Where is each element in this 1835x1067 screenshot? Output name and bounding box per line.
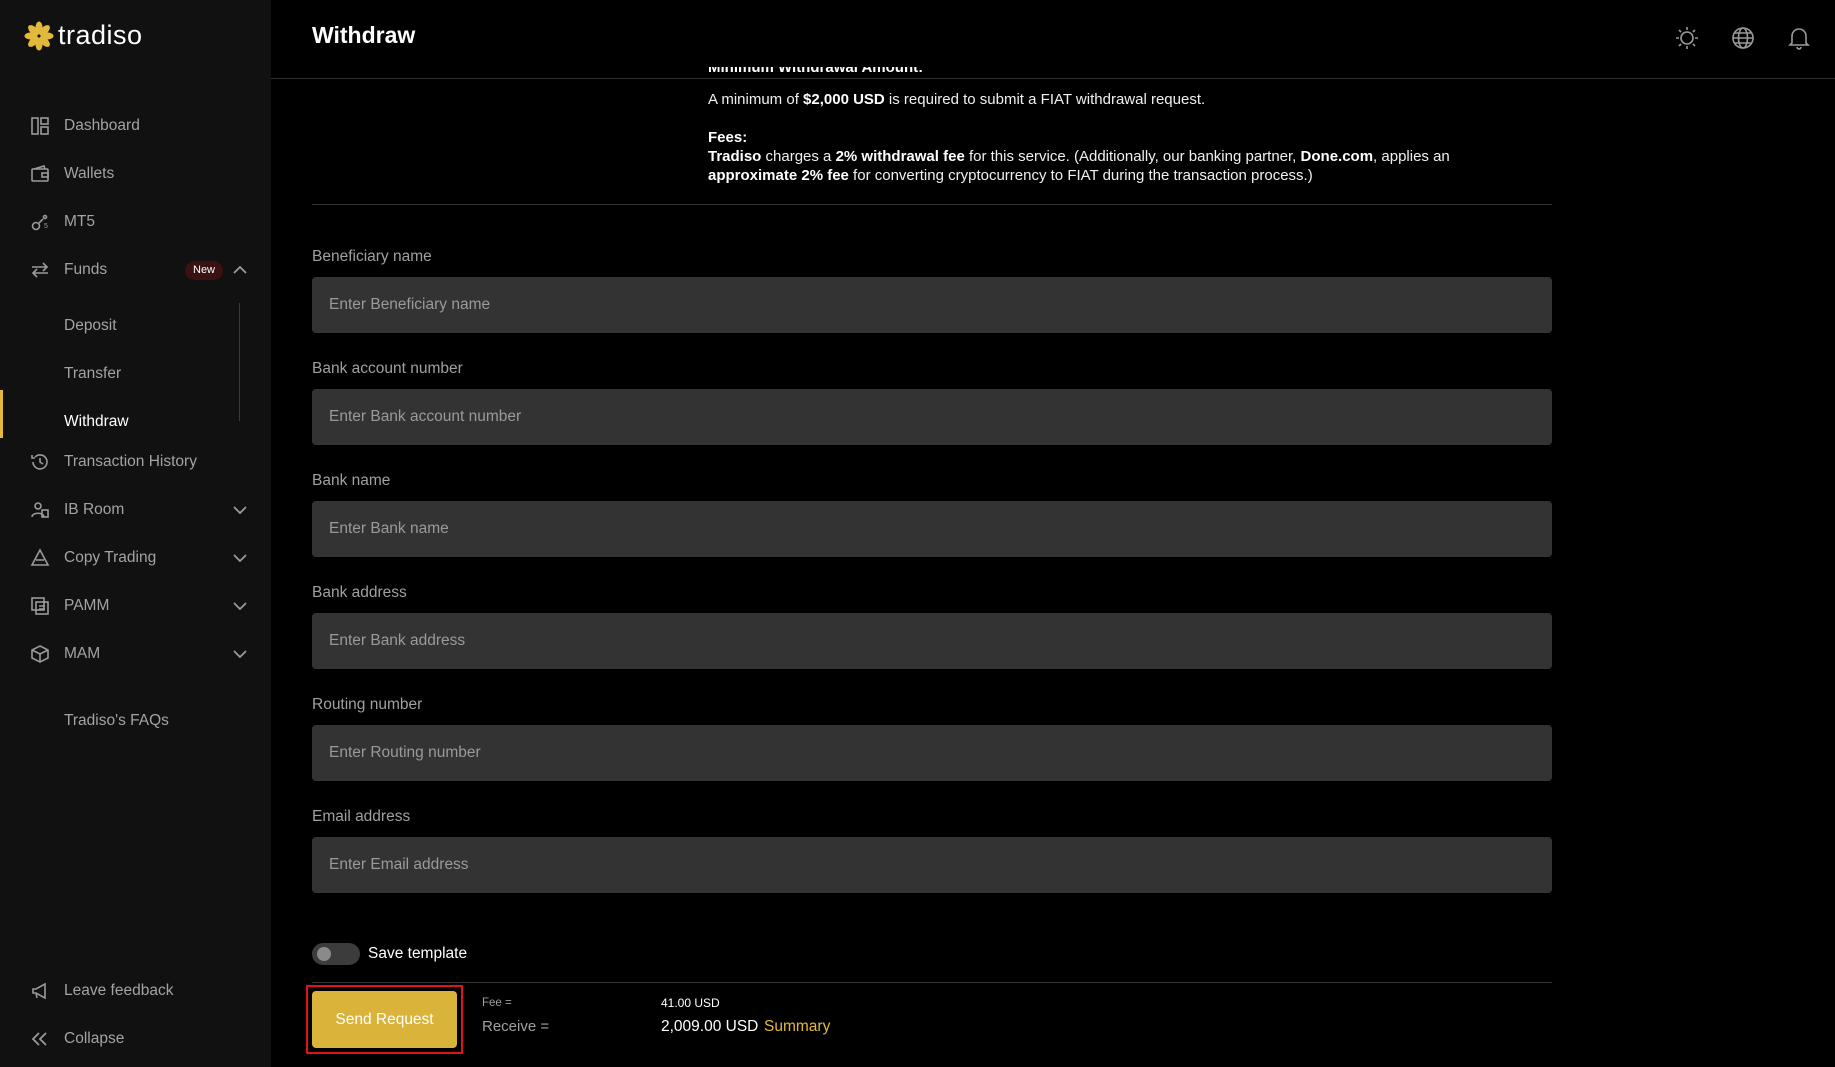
bank-address-input[interactable] <box>312 613 1552 669</box>
fees-text-part: , applies an <box>1373 148 1450 165</box>
min-text: A minimum of $2,000 USD is required to s… <box>708 90 1568 109</box>
sidebar-item-label: Wallets <box>64 165 115 182</box>
logo[interactable]: tradiso <box>24 20 143 51</box>
sidebar-item-ib-room[interactable]: IB Room <box>0 488 271 532</box>
tradiso-flower-icon <box>24 21 54 50</box>
sun-icon[interactable] <box>1674 25 1700 51</box>
min-text-part: A minimum of <box>708 91 804 108</box>
fees-partner: Done.com <box>1300 148 1374 165</box>
sidebar-item-label: PAMM <box>64 597 110 614</box>
sidebar-item-mt5[interactable]: 5 MT5 <box>0 200 271 244</box>
copy-trading-icon <box>30 548 50 566</box>
bank-account-number-input[interactable] <box>312 389 1552 445</box>
transfer-arrows-icon <box>31 262 49 278</box>
bank-address-label: Bank address <box>312 584 407 601</box>
toggle-knob <box>317 947 331 961</box>
save-template-label: Save template <box>368 945 468 962</box>
new-badge: New <box>185 261 224 280</box>
sidebar-subitem-deposit[interactable]: Deposit <box>0 306 271 346</box>
email-address-input[interactable] <box>312 837 1552 893</box>
fees-brand: Tradiso <box>708 148 762 165</box>
sidebar-item-label: IB Room <box>64 501 125 518</box>
dashboard-icon <box>31 117 49 135</box>
svg-text:5: 5 <box>44 223 48 230</box>
fees-percent: 2% withdrawal fee <box>835 148 965 165</box>
collapse-label: Collapse <box>64 1030 125 1047</box>
collapse-button[interactable]: Collapse <box>0 1017 271 1061</box>
chevron-down-icon[interactable] <box>231 597 249 615</box>
sidebar-subitem-label: Transfer <box>64 365 122 382</box>
sidebar-item-label: Transaction History <box>64 453 197 470</box>
mt5-icon: 5 <box>31 214 48 231</box>
sidebar-item-funds[interactable]: Funds New <box>0 248 271 292</box>
chevron-down-icon[interactable] <box>231 645 249 663</box>
history-icon <box>31 454 48 470</box>
fees-text-part: for converting cryptocurrency to FIAT du… <box>848 167 1313 184</box>
faqs-label: Tradiso's FAQs <box>64 712 169 729</box>
fees-text-part: charges a <box>761 148 836 165</box>
pamm-icon <box>31 597 49 615</box>
bank-name-input[interactable] <box>312 501 1552 557</box>
sidebar-item-transaction-history[interactable]: Transaction History <box>0 440 271 484</box>
sidebar-item-label: Dashboard <box>64 117 140 134</box>
receive-value: 2,009.00 USD <box>661 1018 759 1035</box>
page-title: Withdraw <box>312 22 416 48</box>
chevron-down-icon[interactable] <box>231 549 249 567</box>
double-chevron-left-icon <box>31 1032 47 1046</box>
sidebar-item-dashboard[interactable]: Dashboard <box>0 104 271 148</box>
fees-text-part: for this service. (Additionally, our ban… <box>964 148 1301 165</box>
sidebar-item-label: MT5 <box>64 213 95 230</box>
routing-number-label: Routing number <box>312 696 423 713</box>
feedback-label: Leave feedback <box>64 982 174 999</box>
fee-value: 41.00 USD <box>661 996 720 1010</box>
megaphone-icon <box>32 982 46 1000</box>
fee-label: Fee = <box>482 997 512 1009</box>
chevron-down-icon[interactable] <box>231 501 249 519</box>
sidebar-subitem-transfer[interactable]: Transfer <box>0 354 271 394</box>
bank-name-label: Bank name <box>312 472 391 489</box>
sidebar-subitem-label: Withdraw <box>64 413 129 430</box>
sidebar-item-label: MAM <box>64 645 101 662</box>
sidebar-item-label: Funds <box>64 261 108 278</box>
beneficiary-name-input[interactable] <box>312 277 1552 333</box>
save-template-toggle[interactable] <box>312 943 360 965</box>
email-address-label: Email address <box>312 808 411 825</box>
sidebar-item-pamm[interactable]: PAMM <box>0 584 271 628</box>
divider <box>312 982 1552 983</box>
globe-icon[interactable] <box>1730 25 1756 51</box>
withdrawal-info: Minimum Withdrawal Amount: A minimum of … <box>708 67 1568 185</box>
summary-link[interactable]: Summary <box>764 1018 830 1036</box>
beneficiary-name-label: Beneficiary name <box>312 248 432 265</box>
fees-text: Tradiso charges a 2% withdrawal fee for … <box>708 147 1568 185</box>
sidebar-item-mam[interactable]: MAM <box>0 632 271 676</box>
bank-account-number-label: Bank account number <box>312 360 463 377</box>
fees-approx: approximate 2% fee <box>708 167 849 184</box>
min-amount: $2,000 USD <box>803 91 885 108</box>
sidebar-item-wallets[interactable]: Wallets <box>0 152 271 196</box>
fees-heading: Fees: <box>708 129 748 146</box>
sidebar-link-faqs[interactable]: Tradiso's FAQs <box>0 701 271 741</box>
leave-feedback-button[interactable]: Leave feedback <box>0 969 271 1013</box>
send-request-button[interactable]: Send Request <box>312 991 457 1048</box>
sidebar: tradiso Dashboard Wallets 5 MT5 Funds Ne… <box>0 0 271 1067</box>
mam-icon <box>31 645 49 663</box>
min-text-part: is required to submit a FIAT withdrawal … <box>884 91 1206 108</box>
top-header: Withdraw <box>271 0 1835 79</box>
chevron-up-icon[interactable] <box>231 261 249 279</box>
sidebar-subitem-withdraw[interactable]: Withdraw <box>0 402 271 442</box>
receive-label: Receive = <box>482 1018 550 1035</box>
sidebar-subitem-label: Deposit <box>64 317 117 334</box>
sidebar-item-label: Copy Trading <box>64 549 157 566</box>
routing-number-input[interactable] <box>312 725 1552 781</box>
ib-room-icon <box>31 502 49 518</box>
divider <box>312 204 1552 205</box>
bell-icon[interactable] <box>1786 25 1812 51</box>
logo-text: tradiso <box>58 20 143 50</box>
sidebar-item-copy-trading[interactable]: Copy Trading <box>0 536 271 580</box>
wallet-icon <box>31 165 49 182</box>
